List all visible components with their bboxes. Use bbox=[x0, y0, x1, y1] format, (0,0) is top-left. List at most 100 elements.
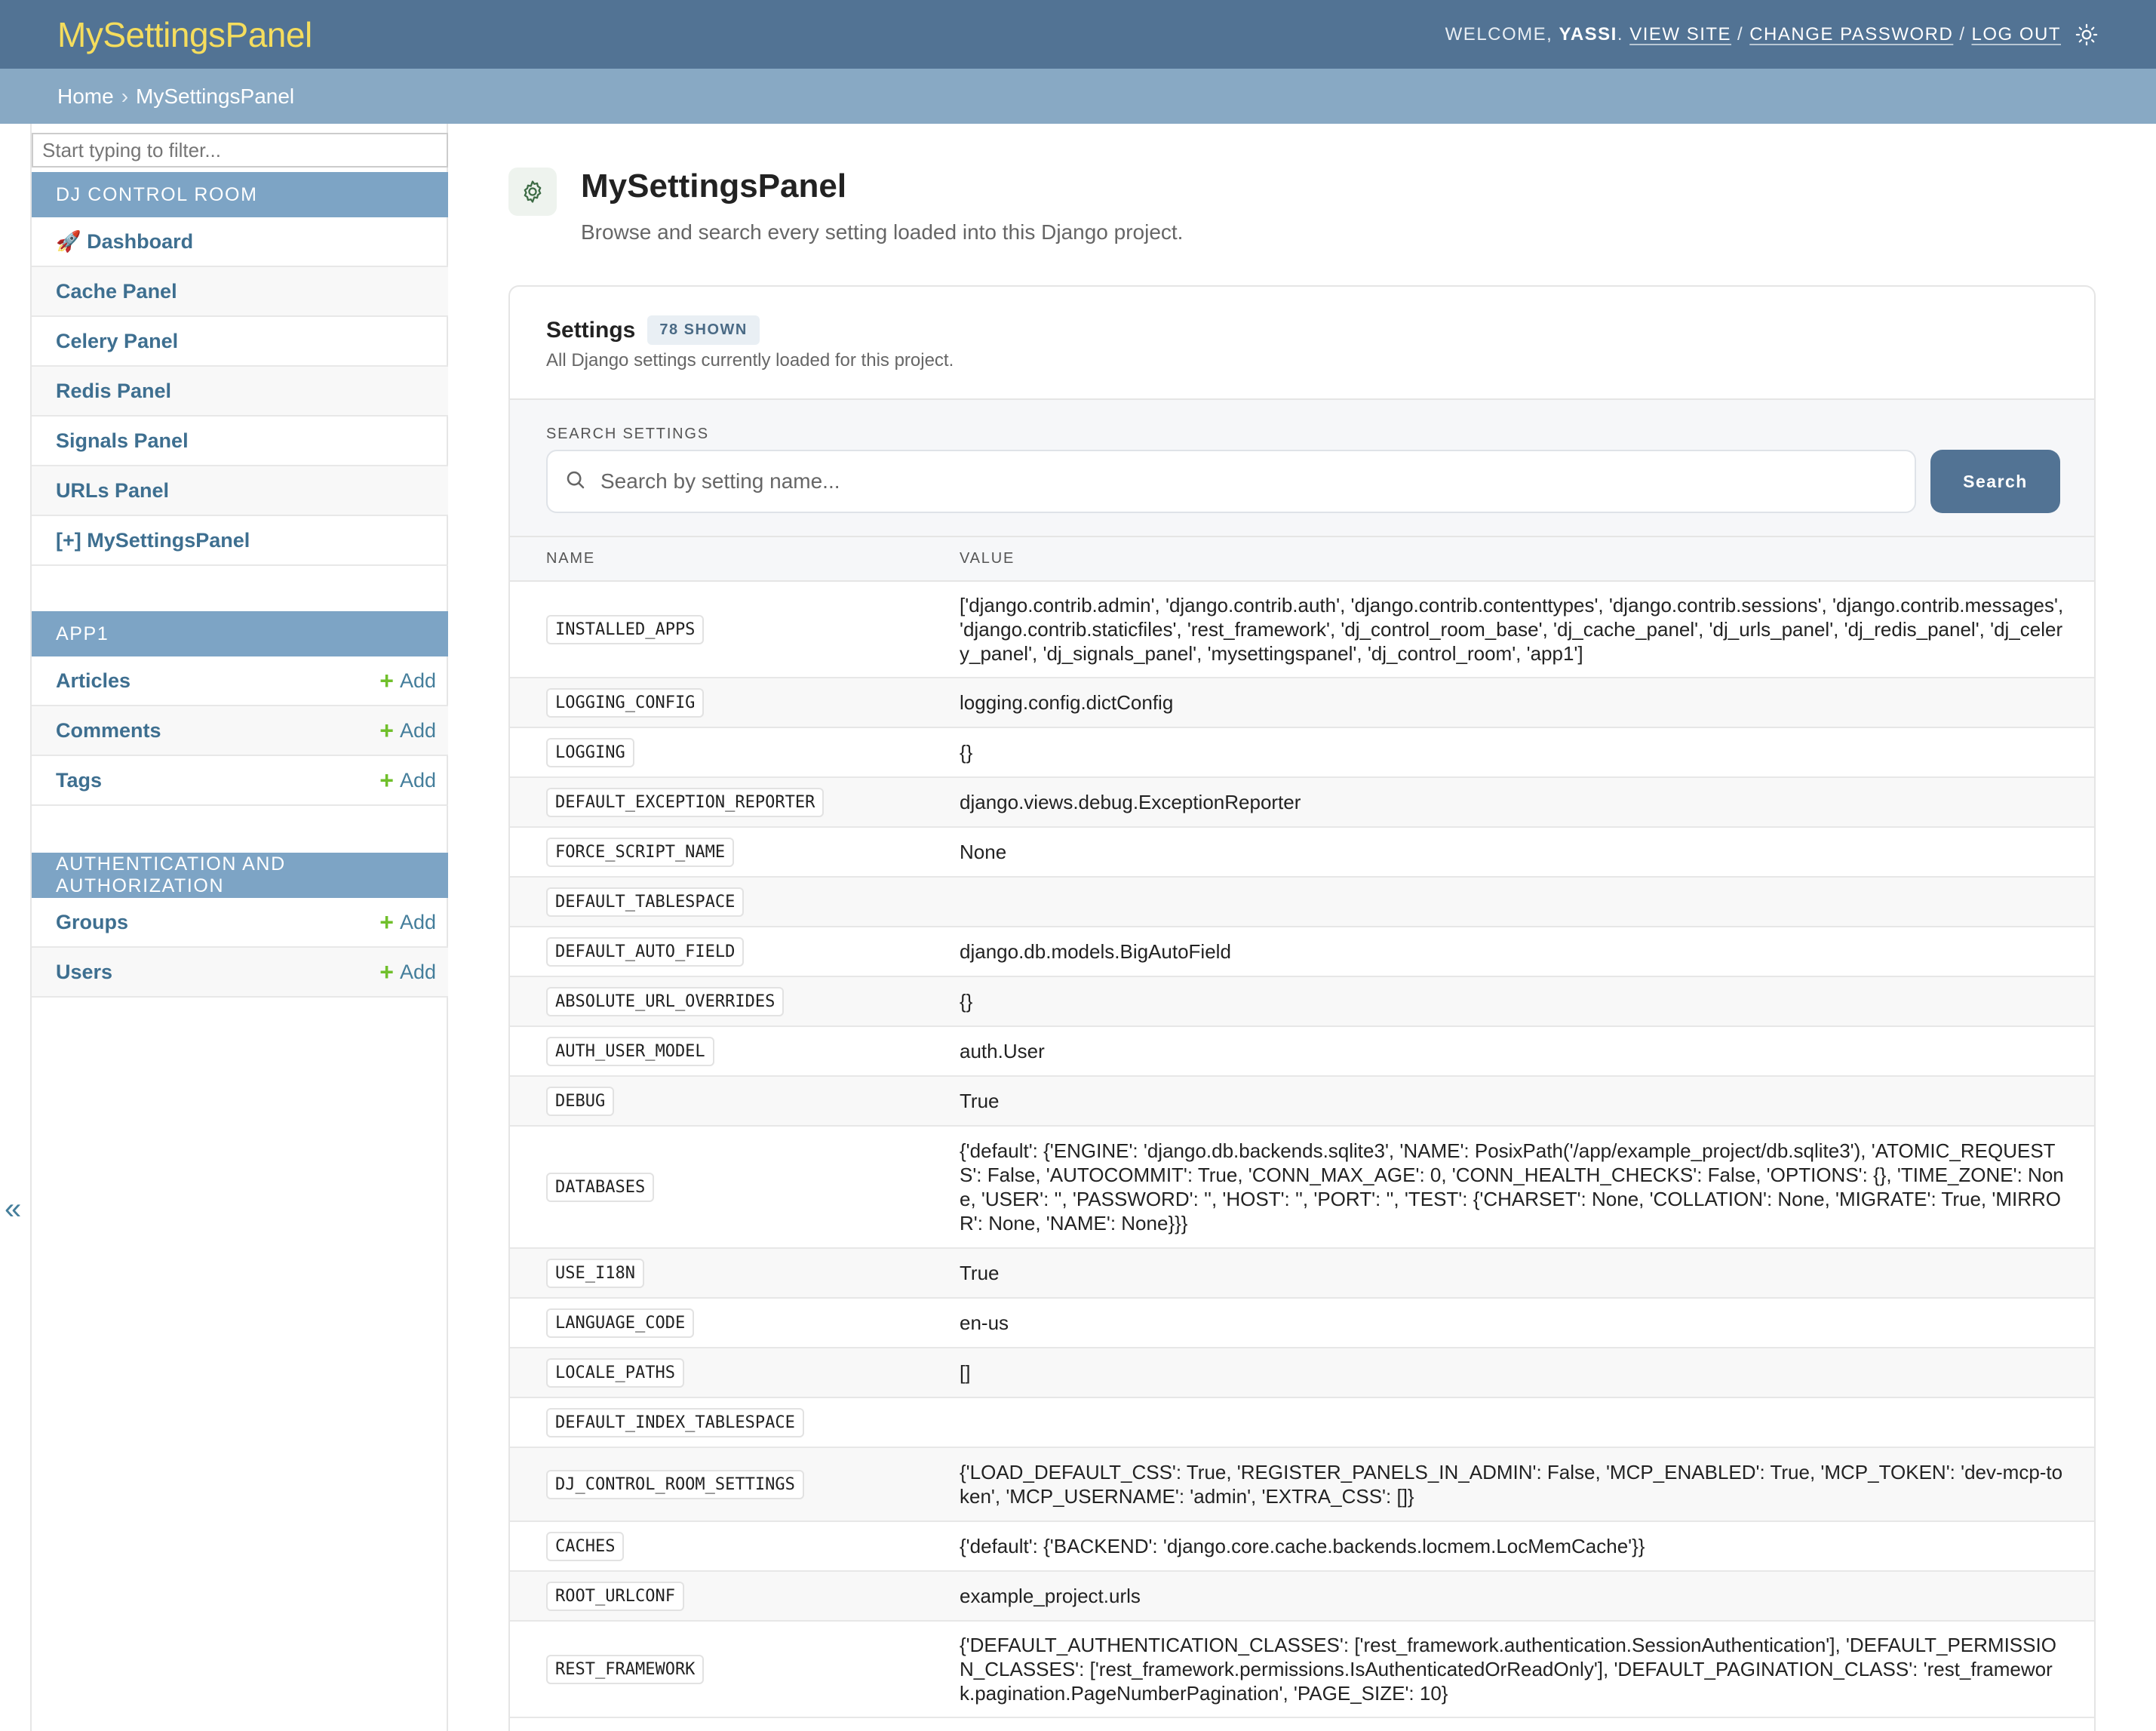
sidebar-item-articles[interactable]: Articles + Add bbox=[32, 656, 448, 706]
table-row: ABSOLUTE_URL_OVERRIDES {} bbox=[510, 976, 2094, 1027]
table-row: DEFAULT_INDEX_TABLESPACE bbox=[510, 1397, 2094, 1448]
setting-name-cell: LOGGING_CONFIG bbox=[510, 678, 960, 728]
setting-name-cell: DEFAULT_EXCEPTION_REPORTER bbox=[510, 777, 960, 828]
setting-name-cell: DEBUG bbox=[510, 1076, 960, 1127]
search-box[interactable] bbox=[546, 450, 1916, 513]
table-row: REST_FRAMEWORK {'DEFAULT_AUTHENTICATION_C… bbox=[510, 1621, 2094, 1718]
add-groups-button[interactable]: + Add bbox=[379, 910, 436, 934]
welcome-text: WELCOME, YASSI. bbox=[1445, 23, 1630, 45]
module-caption[interactable]: DJ CONTROL ROOM bbox=[32, 172, 448, 217]
setting-name: LOCALE_PATHS bbox=[546, 1357, 684, 1388]
setting-value: None bbox=[960, 827, 2094, 878]
sidebar-item-comments[interactable]: Comments + Add bbox=[32, 706, 448, 756]
add-tags-button[interactable]: + Add bbox=[379, 768, 436, 792]
table-row: FORCE_SCRIPT_NAME None bbox=[510, 827, 2094, 878]
settings-card: Settings 78 SHOWN All Django settings cu… bbox=[508, 285, 2096, 1731]
sidebar-item-celery-panel[interactable]: Celery Panel bbox=[32, 317, 448, 367]
log-out-link[interactable]: LOG OUT bbox=[1971, 24, 2061, 45]
sidebar-item-urls-panel[interactable]: URLs Panel bbox=[32, 466, 448, 516]
column-header-value[interactable]: VALUE bbox=[960, 537, 2094, 582]
sidebar: DJ CONTROL ROOM 🚀 Dashboard Cache Panel … bbox=[30, 124, 448, 1731]
sidebar-item-label: Comments bbox=[56, 718, 161, 742]
setting-name-cell: LANGUAGE_CODE bbox=[510, 1298, 960, 1348]
add-users-button[interactable]: + Add bbox=[379, 960, 436, 984]
sidebar-item-tags[interactable]: Tags + Add bbox=[32, 756, 448, 806]
change-password-link[interactable]: CHANGE PASSWORD bbox=[1749, 24, 1953, 45]
setting-value bbox=[960, 877, 2094, 927]
setting-value bbox=[960, 1397, 2094, 1448]
add-comments-button[interactable]: + Add bbox=[379, 718, 436, 743]
table-row: LOGGING_CONFIG logging.config.dictConfig bbox=[510, 678, 2094, 728]
sidebar-item-cache-panel[interactable]: Cache Panel bbox=[32, 267, 448, 317]
sidebar-item-mysettingspanel[interactable]: [+] MySettingsPanel bbox=[32, 516, 448, 566]
table-row: DEFAULT_EXCEPTION_REPORTER django.views.d… bbox=[510, 777, 2094, 828]
setting-name: ROOT_URLCONF bbox=[546, 1581, 684, 1611]
setting-name: INSTALLED_APPS bbox=[546, 614, 705, 644]
sidebar-item-label: Redis Panel bbox=[56, 379, 172, 402]
setting-name: DEFAULT_INDEX_TABLESPACE bbox=[546, 1407, 804, 1437]
sidebar-item-redis-panel[interactable]: Redis Panel bbox=[32, 367, 448, 417]
setting-name: USE_I18N bbox=[546, 1258, 644, 1288]
setting-value: {'default': {'ENGINE': 'django.db.backen… bbox=[960, 1126, 2094, 1249]
plus-icon: + bbox=[379, 909, 394, 936]
gear-icon bbox=[508, 168, 557, 216]
separator: / bbox=[1737, 23, 1744, 45]
setting-name-cell: DEFAULT_AUTO_FIELD bbox=[510, 927, 960, 977]
setting-name: DJ_CONTROL_ROOM_SETTINGS bbox=[546, 1469, 804, 1499]
search-input[interactable] bbox=[600, 469, 1883, 493]
setting-value: django.db.models.BigAutoField bbox=[960, 927, 2094, 977]
table-header-row: NAME VALUE bbox=[510, 537, 2094, 582]
separator: / bbox=[1959, 23, 1966, 45]
sidebar-item-label: Signals Panel bbox=[56, 429, 189, 452]
setting-value: auth.User bbox=[960, 1026, 2094, 1077]
table-row: ROOT_URLCONF example_project.urls bbox=[510, 1571, 2094, 1622]
sidebar-item-label: Users bbox=[56, 960, 113, 983]
sidebar-item-users[interactable]: Users + Add bbox=[32, 948, 448, 998]
sidebar-collapse-toggle[interactable]: « bbox=[5, 1192, 21, 1226]
table-row: USE_I18N True bbox=[510, 1248, 2094, 1299]
setting-value: True bbox=[960, 1248, 2094, 1299]
setting-name-cell: DATABASES bbox=[510, 1126, 960, 1249]
table-row: LOGGING {} bbox=[510, 727, 2094, 778]
view-site-link[interactable]: VIEW SITE bbox=[1629, 24, 1731, 45]
table-row: DEFAULT_AUTO_FIELD django.db.models.BigAu… bbox=[510, 927, 2094, 977]
module-dj-control-room: DJ CONTROL ROOM 🚀 Dashboard Cache Panel … bbox=[32, 172, 448, 566]
breadcrumb-home[interactable]: Home bbox=[57, 85, 114, 109]
setting-value: logging.config.dictConfig bbox=[960, 678, 2094, 728]
setting-value: example_project.urls bbox=[960, 1571, 2094, 1622]
username: YASSI bbox=[1559, 23, 1617, 45]
sidebar-item-dashboard[interactable]: 🚀 Dashboard bbox=[32, 217, 448, 267]
search-button[interactable]: Search bbox=[1930, 450, 2060, 513]
sun-icon[interactable] bbox=[2075, 23, 2099, 47]
setting-name: DEFAULT_TABLESPACE bbox=[546, 887, 745, 917]
table-row: DJ_CONTROL_ROOM_SETTINGS {'LOAD_DEFAULT_C… bbox=[510, 1447, 2094, 1522]
site-brand[interactable]: MySettingsPanel bbox=[57, 14, 312, 55]
setting-value: django.views.debug.ExceptionReporter bbox=[960, 777, 2094, 828]
table-row: INSTALLED_APPS ['django.contrib.admin', '… bbox=[510, 581, 2094, 678]
search-section: SEARCH SETTINGS Search bbox=[510, 398, 2094, 537]
setting-name-cell: DJ_CONTROL_ROOM_SETTINGS bbox=[510, 1447, 960, 1522]
setting-value: [] bbox=[960, 1348, 2094, 1398]
setting-name: LOGGING bbox=[546, 737, 634, 767]
setting-name-cell: USE_I18N bbox=[510, 1248, 960, 1299]
plus-icon: + bbox=[379, 667, 394, 694]
breadcrumb: Home › MySettingsPanel bbox=[0, 69, 2156, 124]
setting-value: {'default': {'BACKEND': 'django.core.cac… bbox=[960, 1521, 2094, 1572]
column-header-name[interactable]: NAME bbox=[510, 537, 960, 582]
table-row: AUTH_USER_MODEL auth.User bbox=[510, 1026, 2094, 1077]
table-row: CACHES {'default': {'BACKEND': 'django.co… bbox=[510, 1521, 2094, 1572]
sidebar-item-signals-panel[interactable]: Signals Panel bbox=[32, 417, 448, 466]
table-body: INSTALLED_APPS ['django.contrib.admin', '… bbox=[510, 581, 2094, 1718]
settings-table: NAME VALUE INSTALLED_APPS ['django.contri… bbox=[510, 537, 2094, 1718]
breadcrumb-current: MySettingsPanel bbox=[136, 84, 295, 108]
sidebar-item-groups[interactable]: Groups + Add bbox=[32, 898, 448, 948]
module-caption[interactable]: APP1 bbox=[32, 611, 448, 656]
module-caption[interactable]: AUTHENTICATION AND AUTHORIZATION bbox=[32, 853, 448, 898]
module-auth: AUTHENTICATION AND AUTHORIZATION Groups … bbox=[32, 853, 448, 998]
add-articles-button[interactable]: + Add bbox=[379, 669, 436, 693]
sidebar-item-label: Articles bbox=[56, 669, 131, 692]
nav-filter-input[interactable] bbox=[32, 133, 448, 168]
setting-name: DEFAULT_AUTO_FIELD bbox=[546, 936, 745, 967]
sidebar-item-label: 🚀 Dashboard bbox=[56, 230, 194, 253]
card-header: Settings 78 SHOWN bbox=[546, 315, 760, 345]
